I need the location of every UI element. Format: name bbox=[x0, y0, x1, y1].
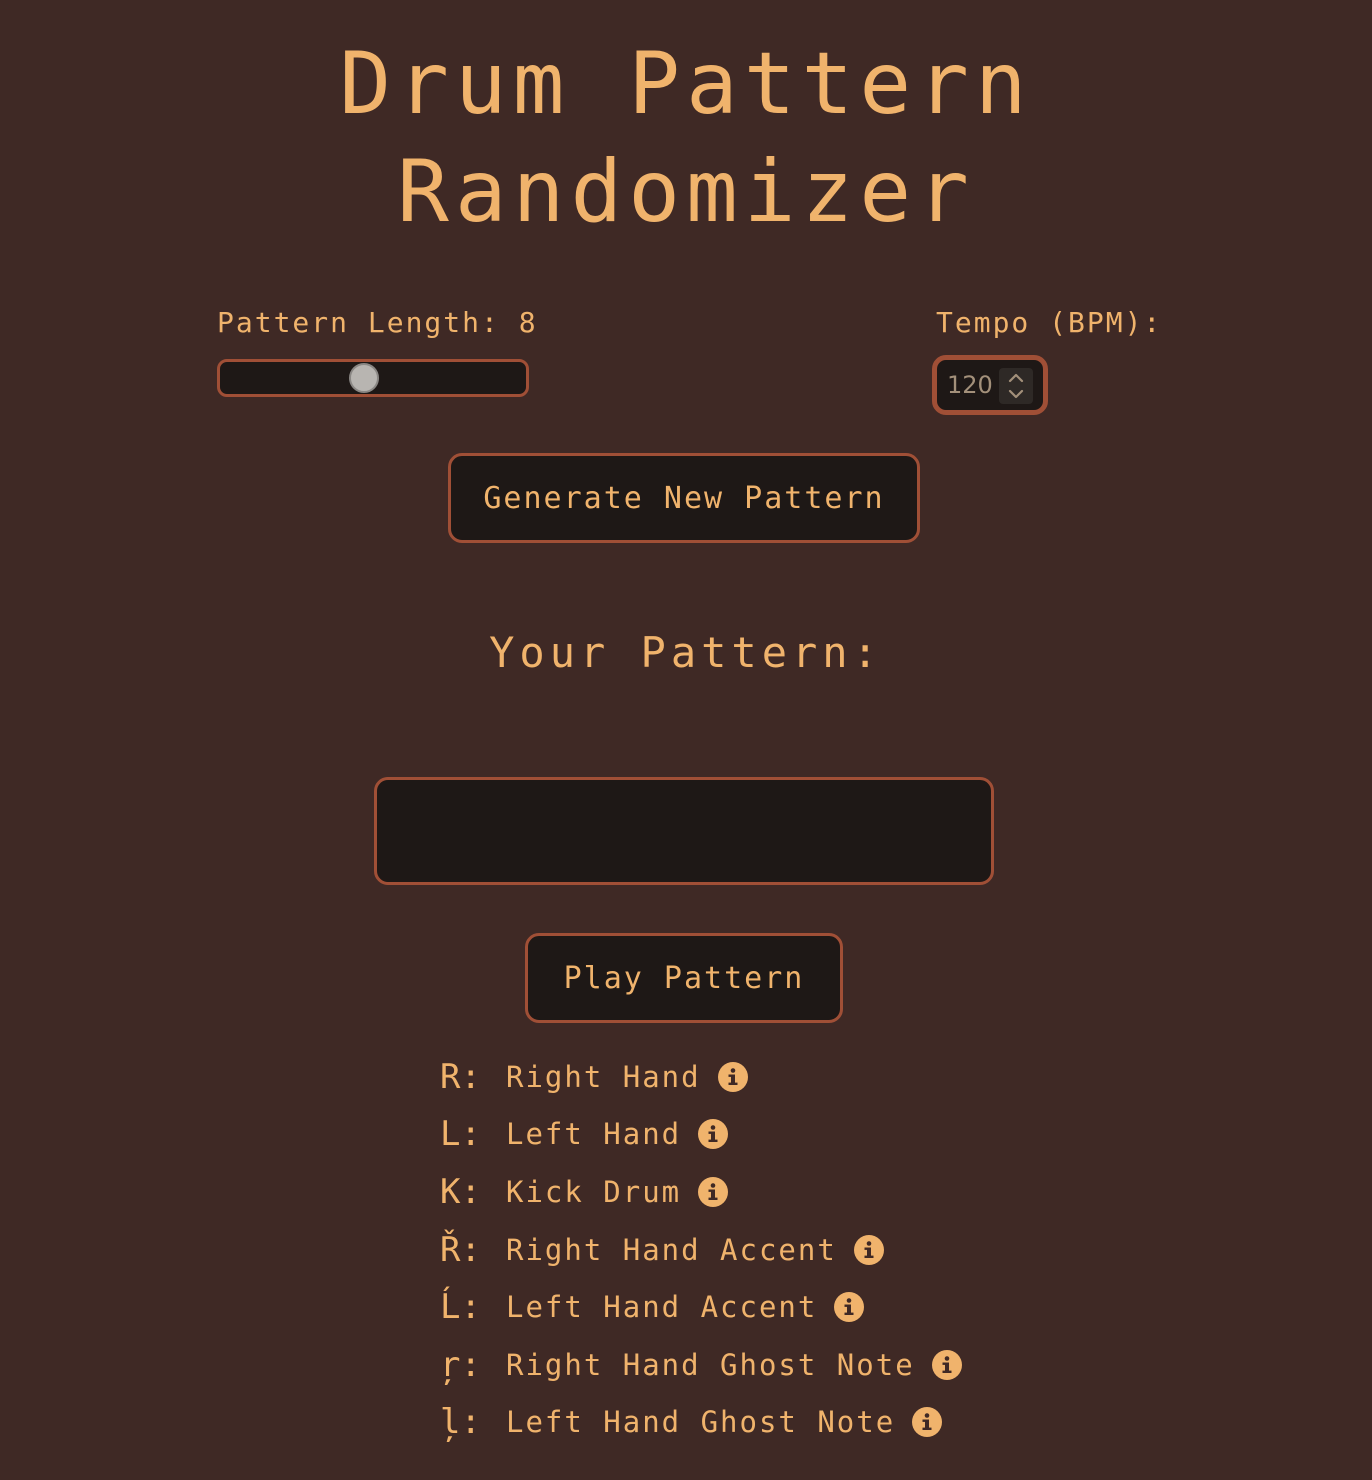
info-icon[interactable] bbox=[697, 1176, 729, 1208]
info-icon[interactable] bbox=[833, 1291, 865, 1323]
tempo-value[interactable]: 120 bbox=[947, 371, 993, 399]
chevron-up-icon[interactable] bbox=[1008, 373, 1024, 383]
tempo-spinner[interactable] bbox=[999, 368, 1033, 404]
page-title: Drum Pattern Randomizer bbox=[0, 30, 1372, 246]
legend-label: Left Hand Accent bbox=[506, 1290, 818, 1325]
title-line-2: Randomizer bbox=[397, 142, 975, 242]
legend-symbol: L: bbox=[440, 1114, 481, 1155]
legend-item: R: Right Hand bbox=[440, 1048, 963, 1106]
legend-label: Left Hand bbox=[506, 1117, 682, 1152]
legend-item: ļ: Left Hand Ghost Note bbox=[440, 1394, 963, 1452]
legend-label: Kick Drum bbox=[506, 1174, 682, 1209]
info-icon[interactable] bbox=[931, 1349, 963, 1381]
legend-symbol: ļ: bbox=[440, 1402, 481, 1443]
title-line-1: Drum Pattern bbox=[339, 34, 1033, 134]
info-icon[interactable] bbox=[697, 1118, 729, 1150]
info-icon[interactable] bbox=[853, 1234, 885, 1266]
legend-symbol: ŗ: bbox=[440, 1344, 481, 1385]
pattern-display bbox=[374, 777, 994, 885]
slider-thumb[interactable] bbox=[348, 363, 379, 393]
legend-item: Ĺ: Left Hand Accent bbox=[440, 1278, 963, 1336]
info-icon[interactable] bbox=[717, 1061, 749, 1093]
play-pattern-button[interactable]: Play Pattern bbox=[525, 933, 843, 1023]
pattern-length-label: Pattern Length: 8 bbox=[217, 306, 538, 339]
legend-item: ŗ: Right Hand Ghost Note bbox=[440, 1336, 963, 1394]
tempo-label: Tempo (BPM): bbox=[936, 306, 1163, 339]
legend-symbol: K: bbox=[440, 1171, 481, 1212]
pattern-length-slider[interactable] bbox=[217, 359, 529, 397]
pattern-heading: Your Pattern: bbox=[489, 628, 883, 677]
legend-symbol: R: bbox=[440, 1056, 481, 1097]
legend-item: K: Kick Drum bbox=[440, 1163, 963, 1221]
generate-pattern-button[interactable]: Generate New Pattern bbox=[448, 453, 920, 543]
legend-symbol: Ĺ: bbox=[440, 1287, 481, 1328]
legend-item: Ř: Right Hand Accent bbox=[440, 1221, 963, 1279]
info-icon[interactable] bbox=[911, 1406, 943, 1438]
tempo-input[interactable]: 120 bbox=[932, 355, 1048, 415]
legend-label: Right Hand bbox=[506, 1059, 701, 1094]
legend-item: L: Left Hand bbox=[440, 1106, 963, 1164]
legend-label: Left Hand Ghost Note bbox=[506, 1405, 896, 1440]
legend-symbol: Ř: bbox=[440, 1229, 481, 1270]
legend-label: Right Hand Ghost Note bbox=[506, 1347, 915, 1382]
legend-label: Right Hand Accent bbox=[506, 1232, 837, 1267]
chevron-down-icon[interactable] bbox=[1008, 389, 1024, 399]
legend-list: R: Right Hand L: Left Hand K: Kick Drum … bbox=[440, 1048, 963, 1451]
